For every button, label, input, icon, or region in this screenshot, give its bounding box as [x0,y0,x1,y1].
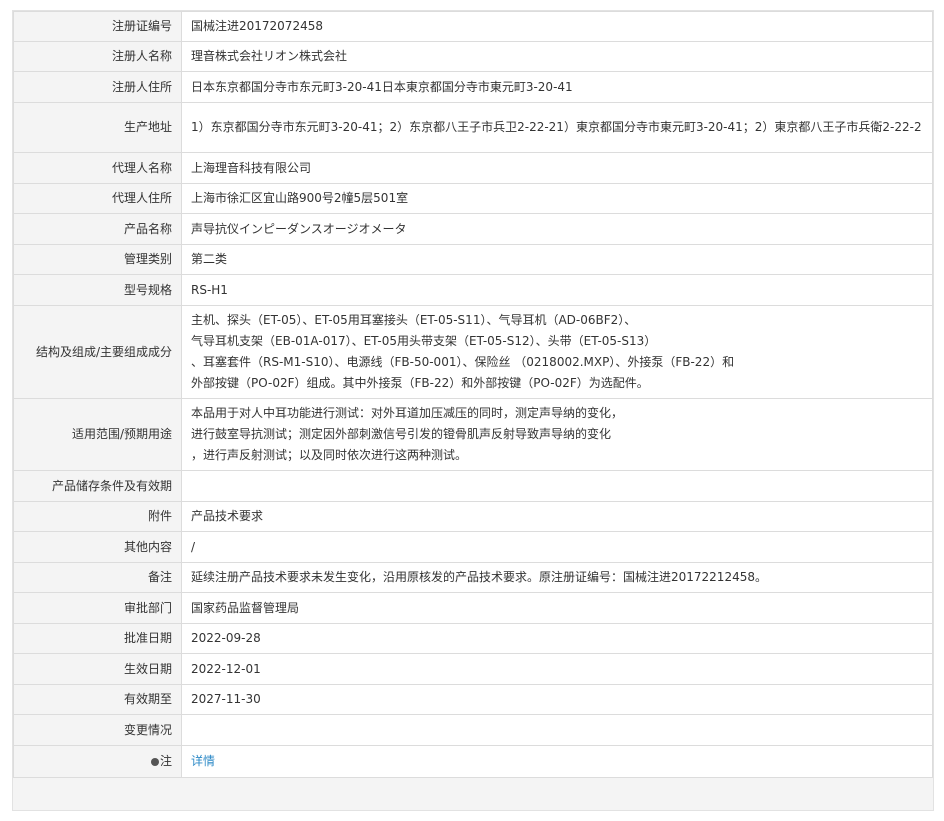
field-label: 产品名称 [13,213,182,245]
text-line: 、耳塞套件（RS-M1-S10）、电源线（FB-50-001）、保险丝 （021… [191,355,735,369]
field-label: 注 [13,745,182,778]
field-value: 本品用于对人中耳功能进行测试：对外耳道加压减压的同时，测定声导纳的变化， 进行鼓… [181,398,933,471]
table-row: 代理人住所 上海市徐汇区宜山路900号2幢5层501室 [13,183,933,214]
table-row: 附件 产品技术要求 [13,501,933,532]
table-row: 结构及组成/主要组成成分 主机、探头（ET-05）、ET-05用耳塞接头（ET-… [13,305,933,399]
field-label: 注册人住所 [13,71,182,103]
field-label: 生效日期 [13,653,182,685]
field-value: 主机、探头（ET-05）、ET-05用耳塞接头（ET-05-S11）、气导耳机（… [181,305,933,399]
details-link[interactable]: 详情 [191,754,215,768]
field-value: 国家药品监督管理局 [181,592,933,624]
table-row: 有效期至 2027-11-30 [13,684,933,715]
note-label: 注 [159,754,172,768]
field-value: 上海市徐汇区宜山路900号2幢5层501室 [181,183,933,214]
field-label: 注册人名称 [13,41,182,72]
table-row: 其他内容 / [13,531,933,563]
table-row: 注册证编号 国械注进20172072458 [13,11,933,42]
field-value: 2022-09-28 [181,623,933,654]
table-row: 产品名称 声导抗仪インピーダンスオージオメータ [13,213,933,245]
table-row: 生效日期 2022-12-01 [13,653,933,685]
field-label: 有效期至 [13,684,182,715]
field-value: 2022-12-01 [181,653,933,685]
field-label: 批准日期 [13,623,182,654]
field-value: 国械注进20172072458 [181,11,933,42]
field-label: 其他内容 [13,531,182,563]
field-label: 产品储存条件及有效期 [13,470,182,502]
field-label: 变更情况 [13,714,182,746]
field-value: / [181,531,933,563]
field-value: 详情 [181,745,933,778]
field-value: 理音株式会社リオン株式会社 [181,41,933,72]
field-value: 第二类 [181,244,933,275]
field-label: 代理人住所 [13,183,182,214]
table-row: 注册人名称 理音株式会社リオン株式会社 [13,41,933,72]
registration-detail-table: 注册证编号 国械注进20172072458 注册人名称 理音株式会社リオン株式会… [13,11,933,778]
table-row: 备注 延续注册产品技术要求未发生变化，沿用原核发的产品技术要求。原注册证编号：国… [13,562,933,593]
table-row: 管理类别 第二类 [13,244,933,275]
table-row: 产品储存条件及有效期 [13,470,933,502]
field-label: 管理类别 [13,244,182,275]
field-value: 声导抗仪インピーダンスオージオメータ [181,213,933,245]
field-label: 审批部门 [13,592,182,624]
field-value: 延续注册产品技术要求未发生变化，沿用原核发的产品技术要求。原注册证编号：国械注进… [181,562,933,593]
table-row: 变更情况 [13,714,933,746]
note-icon [150,758,159,766]
text-line: 外部按键（PO-02F）组成。其中外接泵（FB-22）和外部按键（PO-02F）… [191,376,649,390]
table-row: 注 详情 [13,745,933,778]
field-value: RS-H1 [181,274,933,306]
field-value: 1）东京都国分寺市东元町3-20-41；2）东京都八王子市兵卫2-22-21）東… [181,102,933,153]
text-line: 气导耳机支架（EB-01A-017）、ET-05用头带支架（ET-05-S12）… [191,334,657,348]
text-line: ，进行声反射测试；以及同时依次进行这两种测试。 [191,448,468,462]
field-label: 注册证编号 [13,11,182,42]
field-value: 2027-11-30 [181,684,933,715]
field-label: 备注 [13,562,182,593]
field-value: 产品技术要求 [181,501,933,532]
text-line: 本品用于对人中耳功能进行测试：对外耳道加压减压的同时，测定声导纳的变化， [191,406,624,420]
field-label: 结构及组成/主要组成成分 [13,305,182,399]
table-row: 批准日期 2022-09-28 [13,623,933,654]
field-label: 生产地址 [13,102,182,153]
table-row: 生产地址 1）东京都国分寺市东元町3-20-41；2）东京都八王子市兵卫2-22… [13,102,933,153]
field-label: 附件 [13,501,182,532]
field-label: 适用范围/预期用途 [13,398,182,471]
table-row: 审批部门 国家药品监督管理局 [13,592,933,624]
table-row: 型号规格 RS-H1 [13,274,933,306]
field-value [181,714,933,746]
table-row: 适用范围/预期用途 本品用于对人中耳功能进行测试：对外耳道加压减压的同时，测定声… [13,398,933,471]
field-value [181,470,933,502]
table-row: 代理人名称 上海理音科技有限公司 [13,152,933,184]
field-value: 上海理音科技有限公司 [181,152,933,184]
text-line: 进行鼓室导抗测试；测定因外部刺激信号引发的镫骨肌声反射导致声导纳的变化 [191,427,612,441]
field-label: 型号规格 [13,274,182,306]
text-line: 主机、探头（ET-05）、ET-05用耳塞接头（ET-05-S11）、气导耳机（… [191,313,637,327]
field-value: 日本东京都国分寺市东元町3-20-41日本東京都国分寺市東元町3-20-41 [181,71,933,103]
field-label: 代理人名称 [13,152,182,184]
table-row: 注册人住所 日本东京都国分寺市东元町3-20-41日本東京都国分寺市東元町3-2… [13,71,933,103]
registration-detail-panel: 注册证编号 国械注进20172072458 注册人名称 理音株式会社リオン株式会… [12,10,934,811]
